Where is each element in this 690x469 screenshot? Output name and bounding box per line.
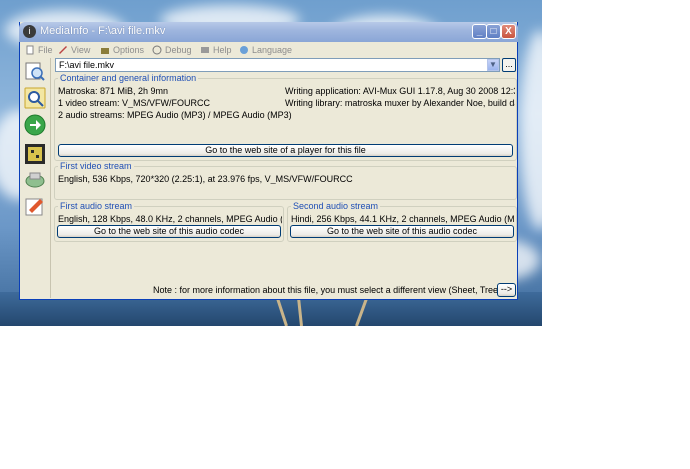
footer-note: Note : for more information about this f… [153, 285, 509, 295]
video-stream-title: First video stream [58, 161, 134, 171]
settings-icon[interactable] [24, 196, 46, 218]
menu-options[interactable]: Options [100, 45, 144, 55]
menu-language[interactable]: Language [239, 45, 292, 55]
first-audio-line: English, 128 Kbps, 48.0 KHz, 2 channels,… [58, 214, 282, 224]
window-title: MediaInfo - F:\avi file.mkv [40, 25, 166, 37]
menu-view[interactable]: View [58, 45, 90, 55]
help-icon [201, 47, 209, 53]
menu-file[interactable]: File [25, 45, 53, 55]
search-icon[interactable] [24, 87, 46, 109]
sheet-icon[interactable] [24, 143, 46, 165]
second-audio-line: Hindi, 256 Kbps, 44.1 KHz, 2 channels, M… [291, 214, 515, 224]
second-audio-title: Second audio stream [291, 201, 381, 211]
title-bar[interactable]: i MediaInfo - F:\avi file.mkv _ □ X [19, 22, 518, 42]
view-icon [59, 46, 67, 54]
open-file-icon[interactable] [24, 60, 46, 82]
combobox-dropdown-icon[interactable]: ▼ [487, 59, 499, 71]
menu-bar: File View Options Debug Help Language [20, 43, 517, 58]
first-audio-title: First audio stream [58, 201, 135, 211]
browse-button[interactable]: ... [502, 58, 516, 72]
menu-help-label: Help [213, 45, 232, 55]
player-website-button[interactable]: Go to the web site of a player for this … [58, 144, 513, 157]
more-info-button[interactable]: --> [497, 283, 516, 297]
file-path-combobox[interactable]: F:\avi file.mkv [55, 58, 500, 72]
menu-debug[interactable]: Debug [152, 45, 192, 55]
menu-debug-label: Debug [165, 45, 192, 55]
view-sidebar [20, 58, 51, 298]
general-line: 2 audio streams: MPEG Audio (MP3) / MPEG… [58, 110, 292, 120]
mediainfo-window: i MediaInfo - F:\avi file.mkv _ □ X File… [19, 22, 518, 300]
language-icon [240, 46, 248, 54]
file-icon [26, 45, 34, 55]
options-icon [101, 48, 109, 54]
video-stream-group: First video stream English, 536 Kbps, 72… [54, 161, 517, 200]
export-icon[interactable] [24, 168, 46, 190]
menu-options-label: Options [113, 45, 145, 55]
general-line: Writing application: AVI-Mux GUI 1.17.8,… [285, 86, 515, 96]
general-line: Matroska: 871 MiB, 2h 9mn [58, 86, 169, 96]
first-audio-codec-button[interactable]: Go to the web site of this audio codec [57, 225, 281, 238]
video-stream-line: English, 536 Kbps, 720*320 (2.25:1), at … [58, 174, 353, 184]
menu-file-label: File [38, 45, 53, 55]
close-button[interactable]: X [501, 24, 516, 39]
second-audio-group: Second audio stream Hindi, 256 Kbps, 44.… [287, 201, 517, 242]
general-info-title: Container and general information [58, 73, 199, 83]
file-path-value: F:\avi file.mkv [59, 60, 115, 70]
menu-language-label: Language [252, 45, 293, 55]
menu-view-label: View [71, 45, 91, 55]
general-line: 1 video stream: V_MS/VFW/FOURCC [58, 98, 211, 108]
maximize-button[interactable]: □ [486, 24, 501, 39]
second-audio-codec-button[interactable]: Go to the web site of this audio codec [290, 225, 514, 238]
next-arrow-icon[interactable] [24, 114, 46, 136]
general-info-group: Container and general information Matros… [54, 73, 517, 161]
cloud [520, 30, 542, 230]
minimize-button[interactable]: _ [472, 24, 487, 39]
main-panel: F:\avi file.mkv ▼ ... Container and gene… [51, 58, 517, 298]
general-line: Writing library: matroska muxer by Alexa… [285, 98, 515, 108]
debug-icon [152, 45, 162, 55]
app-icon: i [23, 25, 36, 38]
first-audio-group: First audio stream English, 128 Kbps, 48… [54, 201, 284, 242]
menu-help[interactable]: Help [200, 45, 232, 55]
